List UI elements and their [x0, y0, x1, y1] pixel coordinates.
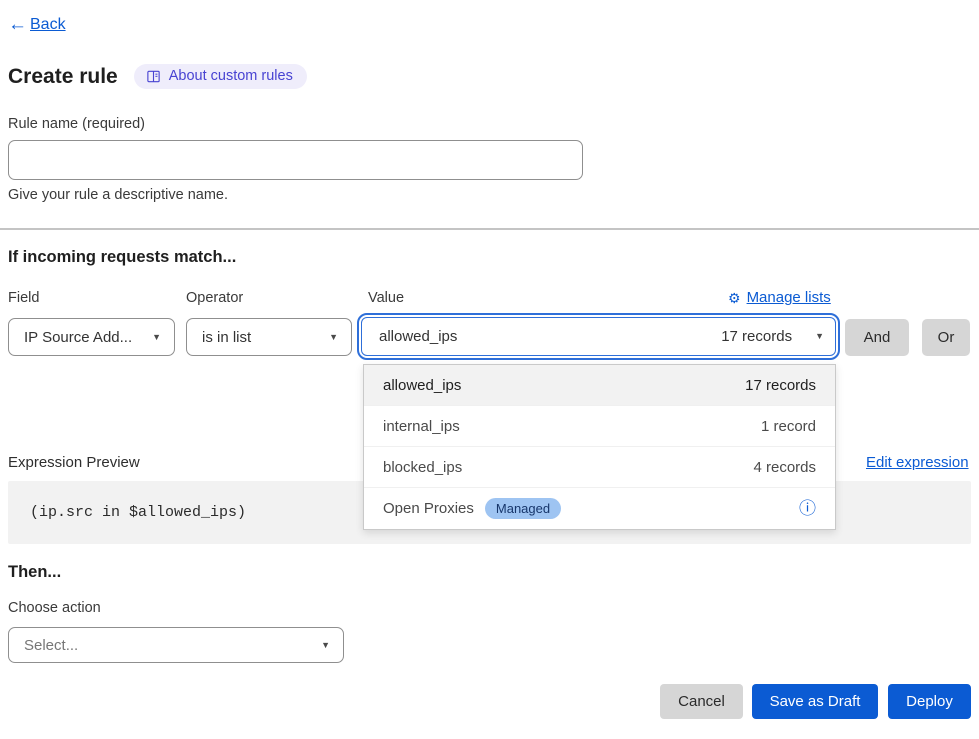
list-item-allowed-ips[interactable]: allowed_ips 17 records: [364, 365, 835, 406]
manage-lists-label: Manage lists: [747, 289, 831, 306]
deploy-button[interactable]: Deploy: [888, 684, 971, 719]
back-link[interactable]: ← Back: [8, 15, 66, 34]
match-section-heading: If incoming requests match...: [8, 248, 236, 267]
list-item-detail: 1 record: [761, 418, 816, 435]
chevron-down-icon: ▼: [329, 333, 338, 342]
manage-lists-link[interactable]: ⚙ Manage lists: [728, 289, 831, 306]
create-rule-page: ← Back Create rule About custom rules Ru…: [0, 0, 979, 739]
and-button[interactable]: And: [845, 319, 909, 356]
choose-action-label: Choose action: [8, 600, 101, 616]
about-label: About custom rules: [169, 68, 293, 84]
book-icon: [146, 69, 161, 84]
rule-name-help-text: Give your rule a descriptive name.: [8, 187, 228, 203]
or-button[interactable]: Or: [922, 319, 970, 356]
list-item-detail: 17 records: [745, 377, 816, 394]
page-title: Create rule: [8, 65, 118, 89]
cancel-button[interactable]: Cancel: [660, 684, 743, 719]
operator-label: Operator: [186, 290, 243, 306]
expression-preview-label: Expression Preview: [8, 454, 140, 471]
list-item-name: blocked_ips: [383, 459, 462, 476]
list-item-detail: 4 records: [753, 459, 816, 476]
value-select[interactable]: allowed_ips 17 records ▼: [357, 313, 840, 360]
back-label: Back: [30, 16, 66, 34]
chevron-down-icon: ▼: [152, 333, 161, 342]
list-item-blocked-ips[interactable]: blocked_ips 4 records: [364, 447, 835, 488]
list-item-name: allowed_ips: [383, 377, 461, 394]
value-select-name: allowed_ips: [379, 328, 457, 345]
field-select[interactable]: IP Source Add... ▼: [8, 318, 175, 356]
title-row: Create rule About custom rules: [8, 64, 307, 89]
list-dropdown-menu: allowed_ips 17 records internal_ips 1 re…: [363, 364, 836, 530]
operator-select-value: is in list: [202, 329, 251, 346]
section-divider: [0, 228, 979, 230]
action-select[interactable]: Select... ▼: [8, 627, 344, 663]
list-item-internal-ips[interactable]: internal_ips 1 record: [364, 406, 835, 447]
about-custom-rules-link[interactable]: About custom rules: [134, 64, 307, 89]
action-select-placeholder: Select...: [24, 637, 78, 654]
back-arrow-icon: ←: [8, 15, 27, 34]
expression-code: (ip.src in $allowed_ips): [30, 504, 246, 521]
list-item-name: Open Proxies: [383, 500, 474, 517]
operator-select[interactable]: is in list ▼: [186, 318, 352, 356]
save-as-draft-button[interactable]: Save as Draft: [752, 684, 878, 719]
list-item-name: internal_ips: [383, 418, 460, 435]
managed-badge: Managed: [485, 498, 561, 519]
value-select-records: 17 records: [721, 328, 792, 345]
value-select-inner: allowed_ips 17 records ▼: [361, 317, 836, 356]
info-icon[interactable]: ⓘ: [799, 500, 816, 517]
rule-name-label: Rule name (required): [8, 116, 145, 132]
list-item-open-proxies[interactable]: Open Proxies Managed ⓘ: [364, 488, 835, 529]
then-section-heading: Then...: [8, 563, 61, 582]
chevron-down-icon: ▼: [815, 332, 824, 341]
rule-name-input[interactable]: [8, 140, 583, 180]
field-select-value: IP Source Add...: [24, 329, 132, 346]
edit-expression-link[interactable]: Edit expression: [866, 454, 969, 471]
field-label: Field: [8, 290, 39, 306]
gear-icon: ⚙: [728, 291, 741, 305]
chevron-down-icon: ▼: [321, 641, 330, 650]
value-label: Value: [368, 290, 404, 306]
